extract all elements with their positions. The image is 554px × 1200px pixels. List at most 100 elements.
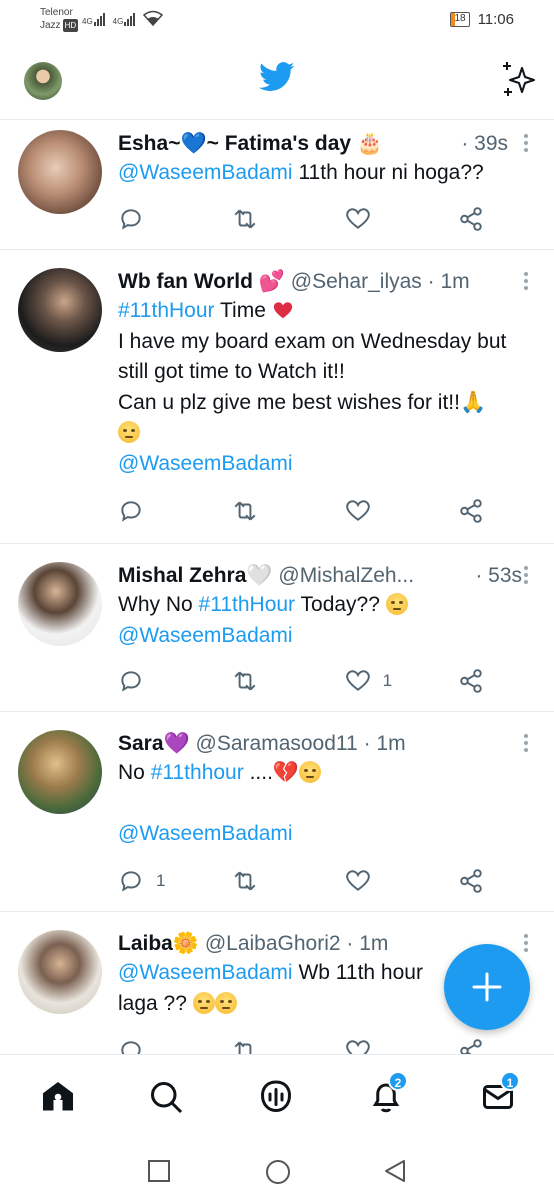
avatar[interactable] — [18, 562, 102, 646]
handle[interactable]: @Sehar_ilyas — [291, 270, 422, 293]
tweet-header: Mishal Zehra🤍 @MishalZeh... · 53s — [118, 562, 538, 590]
avatar[interactable] — [18, 730, 102, 814]
reply-icon — [121, 209, 141, 230]
home-circle-icon[interactable] — [264, 1158, 292, 1186]
display-name[interactable]: Mishal Zehra🤍 — [118, 564, 273, 587]
heart-icon — [345, 500, 370, 521]
heart-icon — [345, 870, 370, 891]
search-icon — [151, 1082, 183, 1114]
retweet-button[interactable] — [231, 206, 271, 232]
reply-button[interactable] — [118, 668, 158, 694]
nav-messages[interactable]: 1 — [480, 1071, 520, 1115]
like-button[interactable] — [345, 1038, 385, 1054]
reply-button[interactable] — [118, 1038, 158, 1054]
hashtag-link[interactable]: #11thhour — [151, 761, 244, 784]
clock: 11:06 — [477, 11, 514, 28]
avatar[interactable] — [18, 268, 102, 352]
handle[interactable]: @MishalZeh... — [278, 564, 414, 587]
more-options-icon[interactable] — [524, 566, 530, 587]
avatar[interactable] — [18, 930, 102, 1014]
display-name[interactable]: Esha~💙~ Fatima's day 🎂 — [118, 132, 383, 155]
more-options-icon[interactable] — [524, 734, 530, 755]
share-icon — [460, 869, 482, 893]
profile-avatar[interactable] — [24, 62, 62, 100]
share-button[interactable] — [458, 206, 498, 232]
back-icon[interactable] — [382, 1158, 408, 1184]
timestamp: · 1m — [363, 732, 406, 755]
hashtag-link[interactable]: #11thHour — [199, 593, 296, 616]
tweet[interactable]: Wb fan World 💕 @Sehar_ilyas · 1m #11thHo… — [0, 250, 554, 544]
carrier-1: Telenor — [40, 7, 73, 18]
like-button[interactable]: 1 — [345, 668, 392, 694]
reply-count: 1 — [156, 871, 166, 890]
display-name[interactable]: Laiba🌼 — [118, 932, 199, 955]
retweet-button[interactable] — [231, 868, 271, 894]
reply-button[interactable] — [118, 206, 158, 232]
compose-tweet-button[interactable] — [444, 944, 530, 1030]
reply-icon — [121, 871, 141, 892]
system-nav-bar — [0, 1140, 554, 1200]
share-icon — [460, 499, 482, 523]
share-button[interactable] — [458, 868, 498, 894]
hashtag-link[interactable]: #11thHour — [118, 299, 215, 322]
tweet[interactable]: Sara💜 @Saramasood11 · 1m No #11thhour ..… — [0, 712, 554, 912]
heart-icon — [345, 1040, 370, 1054]
tweet-text: No #11thhour ....💔 @WaseemBadami — [118, 758, 538, 850]
sparkle-icon[interactable] — [500, 60, 536, 98]
hd-badge: HD — [62, 19, 79, 32]
avatar[interactable] — [18, 130, 102, 214]
nav-notifications[interactable]: 2 — [368, 1071, 408, 1115]
retweet-button[interactable] — [231, 498, 271, 524]
share-button[interactable] — [458, 1038, 498, 1054]
display-name[interactable]: Wb fan World 💕 — [118, 270, 285, 293]
retweet-button[interactable] — [231, 1038, 271, 1054]
tweet[interactable]: Esha~💙~ Fatima's day 🎂 · 39s @WaseemBada… — [0, 120, 554, 250]
display-name[interactable]: Sara💜 — [118, 732, 190, 755]
signal-icon: 4G — [82, 13, 105, 26]
signal-icon: 4G — [113, 13, 136, 26]
carrier-2: Jazz — [40, 20, 61, 31]
red-heart-emoji — [273, 302, 292, 319]
handle[interactable]: @Saramasood11 — [196, 732, 358, 755]
like-button[interactable] — [345, 206, 385, 232]
more-options-icon[interactable] — [524, 134, 530, 155]
mention-link[interactable]: @WaseemBadami — [118, 161, 293, 184]
signal-indicators: 4G 4G — [82, 10, 164, 26]
like-count: 1 — [382, 671, 393, 690]
mention-link[interactable]: @WaseemBadami — [118, 624, 293, 647]
timestamp: · 39s — [461, 132, 508, 155]
retweet-icon — [234, 671, 256, 691]
reply-icon — [121, 671, 141, 692]
retweet-button[interactable] — [231, 668, 271, 694]
handle[interactable]: @LaibaGhori2 — [205, 932, 341, 955]
reply-button[interactable] — [118, 498, 158, 524]
tweet-header: Sara💜 @Saramasood11 · 1m — [118, 730, 538, 758]
heart-icon — [345, 670, 370, 691]
timestamp: · 53s — [475, 564, 522, 587]
notifications-badge: 2 — [388, 1071, 408, 1091]
like-button[interactable] — [345, 868, 385, 894]
tweet-text: #11thHour Time I have my board exam on W… — [118, 299, 507, 475]
app-header — [0, 44, 554, 120]
home-icon — [43, 1082, 73, 1111]
more-options-icon[interactable] — [524, 272, 530, 293]
more-options-icon[interactable] — [524, 934, 530, 955]
tweet[interactable]: Mishal Zehra🤍 @MishalZeh... · 53s Why No… — [0, 544, 554, 712]
nav-search[interactable] — [148, 1079, 184, 1115]
nav-spaces[interactable] — [258, 1079, 294, 1115]
share-button[interactable] — [458, 498, 498, 524]
timestamp: · 1m — [427, 270, 470, 293]
mention-link[interactable]: @WaseemBadami — [118, 961, 293, 984]
face-emoji — [118, 421, 140, 443]
like-button[interactable] — [345, 498, 385, 524]
twitter-bird-icon[interactable] — [259, 62, 295, 92]
share-button[interactable] — [458, 668, 498, 694]
wifi-icon — [143, 10, 164, 26]
mention-link[interactable]: @WaseemBadami — [118, 822, 293, 845]
retweet-icon — [234, 501, 256, 521]
mention-link[interactable]: @WaseemBadami — [118, 452, 293, 475]
reply-button[interactable]: 1 — [118, 868, 165, 894]
nav-home[interactable] — [40, 1079, 76, 1115]
retweet-icon — [234, 1041, 252, 1054]
recents-icon[interactable] — [146, 1158, 172, 1184]
